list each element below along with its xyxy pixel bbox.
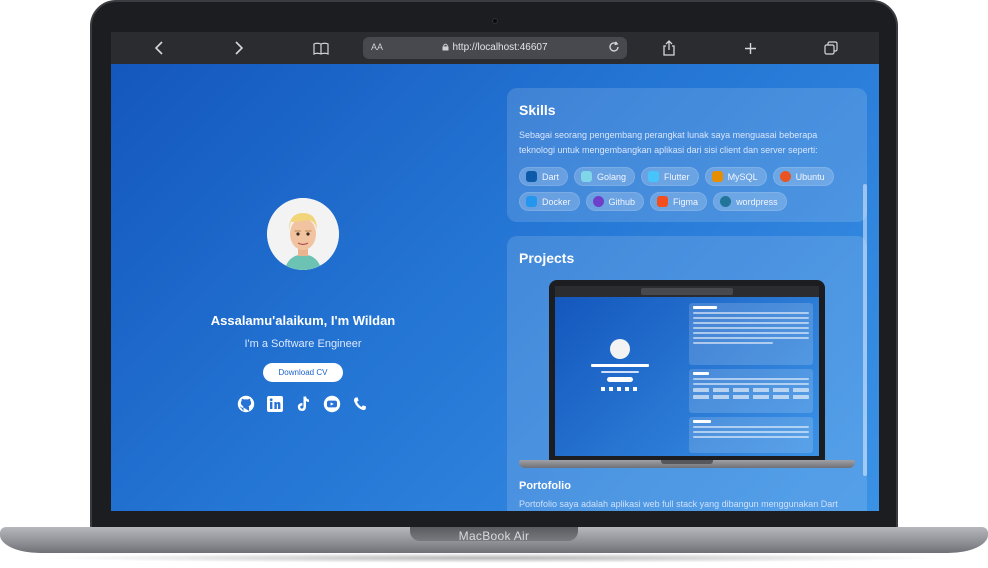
book-icon[interactable] <box>311 38 331 58</box>
preview-line <box>693 372 709 375</box>
preview-line <box>693 436 809 438</box>
lock-icon <box>442 43 449 51</box>
skill-chip: Github <box>585 192 645 211</box>
preview-line <box>693 337 809 339</box>
linkedin-icon[interactable] <box>266 395 284 413</box>
preview-line <box>693 342 773 344</box>
preview-avatar <box>610 339 630 359</box>
golang-icon <box>581 171 593 182</box>
back-icon[interactable] <box>149 38 169 58</box>
skill-label: Dart <box>542 171 560 182</box>
preview-line <box>693 312 809 314</box>
download-cv-button[interactable]: Download CV <box>263 363 343 382</box>
skill-label: Golang <box>597 171 627 182</box>
skill-label: Github <box>608 196 636 207</box>
preview-button <box>607 377 633 382</box>
preview-card <box>689 417 813 453</box>
preview-line <box>693 317 809 319</box>
screen: AA http://localhost:46607 Assalamu'alaik… <box>111 32 879 511</box>
skill-chip: Golang <box>574 167 636 186</box>
tabs-icon[interactable] <box>821 38 841 58</box>
preview-line <box>693 306 717 309</box>
skill-label: MySQL <box>727 171 758 182</box>
figma-icon <box>657 196 669 207</box>
project-preview-image[interactable] <box>519 280 855 470</box>
mysql-icon <box>711 171 723 182</box>
laptop-mockup: MacBook Air AA http://localhost:46607 As… <box>0 0 988 568</box>
ubuntu-icon <box>779 171 791 182</box>
docker-icon <box>526 196 537 207</box>
portfolio-page: Assalamu'alaikum, I'm Wildan I'm a Softw… <box>111 64 879 511</box>
url-display: http://localhost:46607 <box>363 42 627 53</box>
browser-toolbar: AA http://localhost:46607 <box>111 32 879 64</box>
social-links <box>237 395 369 413</box>
skill-chip: Flutter <box>641 167 699 186</box>
preview-line <box>693 332 809 334</box>
skill-chip: MySQL <box>704 167 767 186</box>
skill-chips: Dart Golang Flutter MySQL Ubuntu Docker … <box>519 167 859 217</box>
camera-dot <box>492 18 498 24</box>
preview-role <box>601 371 639 373</box>
phone-icon[interactable] <box>351 395 369 413</box>
preview-socials <box>601 387 639 391</box>
skill-label: Docker <box>542 196 571 207</box>
preview-line <box>693 426 809 428</box>
skill-chip: Dart <box>519 167 569 186</box>
dart-icon <box>526 171 537 182</box>
preview-toolbar <box>555 286 819 297</box>
github-icon[interactable] <box>237 395 255 413</box>
preview-laptop-lid <box>549 280 825 462</box>
preview-card <box>689 369 813 413</box>
skill-chip: Ubuntu <box>772 167 834 186</box>
skills-title: Skills <box>519 102 556 118</box>
device-label: MacBook Air <box>458 529 530 543</box>
forward-icon[interactable] <box>229 38 249 58</box>
portfolio-title: Portofolio <box>519 480 571 492</box>
plus-icon[interactable] <box>740 38 760 58</box>
projects-card: Projects Portofolio Portofolio saya adal… <box>507 236 867 511</box>
skill-chip: wordpress <box>713 192 787 211</box>
preview-line <box>693 383 809 385</box>
projects-title: Projects <box>519 250 575 266</box>
skill-label: Ubuntu <box>795 171 825 182</box>
profile-section: Assalamu'alaikum, I'm Wildan I'm a Softw… <box>111 64 495 511</box>
flutter-icon <box>648 171 660 182</box>
skill-chip: Docker <box>519 192 580 211</box>
greeting-heading: Assalamu'alaikum, I'm Wildan <box>210 313 396 328</box>
preview-line <box>693 322 809 324</box>
skill-label: Figma <box>673 196 699 207</box>
preview-line <box>693 378 809 380</box>
skills-description: Sebagai seorang pengembang perangkat lun… <box>519 130 818 155</box>
github-icon <box>592 196 604 207</box>
tiktok-icon[interactable] <box>294 395 312 413</box>
preview-line <box>693 420 711 423</box>
portfolio-description: Portofolio saya adalah aplikasi web full… <box>519 499 838 509</box>
preview-url <box>641 288 733 295</box>
url-text: http://localhost:46607 <box>452 42 548 53</box>
preview-line <box>693 388 809 392</box>
address-bar[interactable]: AA http://localhost:46607 <box>363 37 627 59</box>
preview-greeting <box>591 364 649 367</box>
skill-label: Flutter <box>664 171 690 182</box>
wordpress-icon <box>720 196 732 207</box>
preview-card <box>689 303 813 365</box>
skill-chip: Figma <box>650 192 708 211</box>
preview-line <box>693 395 809 399</box>
skills-card: Skills Sebagai seorang pengembang perang… <box>507 88 867 222</box>
reload-icon[interactable] <box>607 40 621 54</box>
skill-label: wordpress <box>736 196 778 207</box>
preview-line <box>693 327 809 329</box>
youtube-icon[interactable] <box>323 395 341 413</box>
skill-chip-row: Dart Golang Flutter MySQL Ubuntu <box>519 167 859 186</box>
role-subtitle: I'm a Software Engineer <box>244 338 362 350</box>
preview-line <box>693 431 809 433</box>
avatar <box>267 198 339 270</box>
preview-laptop-notch <box>661 460 713 464</box>
base-shadow <box>40 553 948 563</box>
share-icon[interactable] <box>659 38 679 58</box>
preview-page <box>555 297 819 456</box>
skill-chip-row: Docker Github Figma wordpress <box>519 192 859 211</box>
preview-screen <box>555 286 819 456</box>
scrollbar[interactable] <box>863 184 867 476</box>
